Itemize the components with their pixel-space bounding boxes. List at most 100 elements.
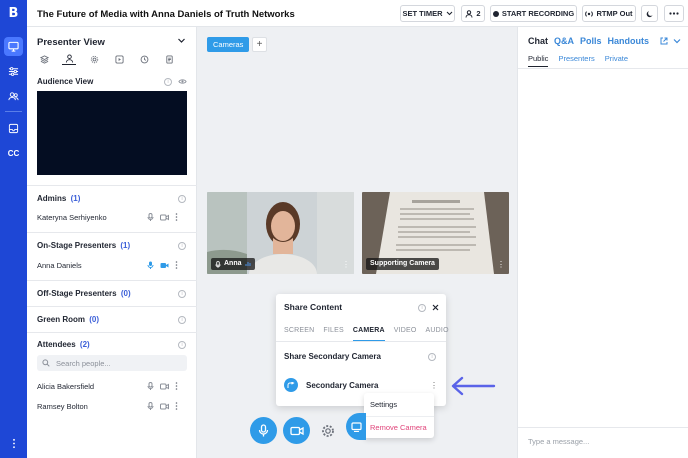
chevron-down-icon[interactable] <box>177 36 186 45</box>
chat-input-divider <box>518 427 688 428</box>
presenter-panel: Presenter View Audience View i Admins (1… <box>27 27 197 458</box>
add-tab-button[interactable]: + <box>252 37 267 52</box>
mic-active-icon[interactable] <box>147 261 154 269</box>
tab-cameras[interactable]: Cameras <box>207 37 250 52</box>
tab-audio[interactable]: AUDIO <box>426 327 449 341</box>
tile-label: Anna <box>211 258 255 270</box>
mic-icon[interactable] <box>147 402 154 410</box>
share-secondary-camera-heading: Share Secondary Camera <box>284 352 381 361</box>
start-recording-button[interactable]: START RECORDING <box>490 5 577 22</box>
chevron-down-icon[interactable] <box>673 38 681 44</box>
rtmp-out-button[interactable]: RTMP Out <box>582 5 636 22</box>
kebab-icon[interactable] <box>175 213 178 221</box>
set-timer-button[interactable]: SET TIMER <box>400 5 455 22</box>
tab-video[interactable]: VIDEO <box>394 327 417 341</box>
camera-icon[interactable] <box>160 214 169 221</box>
kebab-icon[interactable] <box>175 261 178 269</box>
video-tile-supporting-camera[interactable]: Supporting Camera ⋮ <box>362 192 509 274</box>
admins-heading: Admins (1) <box>37 194 80 203</box>
history-icon[interactable] <box>137 53 151 65</box>
more-icon[interactable] <box>4 434 23 453</box>
app-logo: B <box>8 6 19 21</box>
info-icon[interactable]: i <box>428 353 436 361</box>
info-icon[interactable]: i <box>178 341 186 349</box>
presenter-view-icon[interactable] <box>4 37 23 56</box>
person-icon <box>465 9 473 18</box>
tab-screen[interactable]: SCREEN <box>284 327 314 341</box>
tile-menu-icon[interactable]: ⋮ <box>497 261 505 269</box>
on-stage-label: On-Stage Presenters <box>37 241 117 250</box>
tab-camera[interactable]: CAMERA <box>352 327 385 341</box>
document-icon[interactable] <box>162 53 176 65</box>
rtmp-out-label: RTMP Out <box>596 9 633 18</box>
tab-presenters[interactable]: Presenters <box>558 54 594 67</box>
chevron-down-icon <box>446 11 452 16</box>
captions-icon[interactable]: CC <box>4 144 23 163</box>
menu-item-settings[interactable]: Settings <box>370 400 397 409</box>
kebab-icon[interactable] <box>175 402 178 410</box>
camera-button[interactable] <box>283 417 310 444</box>
share-content-tabs: SCREEN FILES CAMERA VIDEO AUDIO <box>284 327 449 341</box>
people-icon[interactable] <box>4 87 23 106</box>
chat-sub-tabs: Public Presenters Private <box>528 54 628 67</box>
tab-private[interactable]: Private <box>605 54 628 67</box>
dark-mode-toggle[interactable] <box>641 5 658 22</box>
inbox-icon[interactable] <box>4 119 23 138</box>
tab-files[interactable]: FILES <box>323 327 343 341</box>
settings-button[interactable] <box>314 417 341 444</box>
section-divider <box>27 185 197 186</box>
menu-item-remove-camera[interactable]: Remove Camera <box>370 423 427 432</box>
tab-public[interactable]: Public <box>528 54 549 67</box>
tab-polls[interactable]: Polls <box>580 36 602 46</box>
secondary-camera-item[interactable]: Secondary Camera <box>284 378 378 392</box>
camera-icon[interactable] <box>160 403 169 410</box>
info-icon[interactable]: i <box>178 195 186 203</box>
mic-icon[interactable] <box>147 382 154 390</box>
share-content-button[interactable] <box>346 413 366 440</box>
person-tab-icon[interactable] <box>62 53 76 65</box>
tile-menu-icon[interactable]: ⋮ <box>342 261 350 269</box>
microphone-button[interactable] <box>250 417 277 444</box>
chat-message-input[interactable]: Type a message... <box>528 437 589 446</box>
search-people-input[interactable]: Search people... <box>37 355 187 371</box>
external-link-icon[interactable] <box>660 37 668 45</box>
tab-handouts[interactable]: Handouts <box>608 36 650 46</box>
tab-qa[interactable]: Q&A <box>554 36 574 46</box>
attendee-count-button[interactable]: 2 <box>461 5 485 22</box>
share-screen-icon <box>350 421 362 432</box>
attendees-count: (2) <box>79 340 90 349</box>
attendee-controls <box>147 402 178 410</box>
camera-options-icon[interactable]: ⋮ <box>430 381 438 390</box>
settings-gear-icon[interactable] <box>87 53 101 65</box>
play-box-icon[interactable] <box>112 53 126 65</box>
info-icon[interactable]: i <box>178 290 186 298</box>
sliders-icon[interactable] <box>4 62 23 81</box>
mic-icon[interactable] <box>147 213 154 221</box>
chat-panel: Chat Q&A Polls Handouts Public Presenter… <box>517 27 688 458</box>
admins-count: (1) <box>70 194 81 203</box>
info-icon[interactable]: i <box>418 304 426 312</box>
eye-icon[interactable] <box>178 78 187 85</box>
attendees-heading: Attendees (2) <box>37 340 90 349</box>
moon-icon <box>646 10 652 17</box>
info-icon[interactable]: i <box>178 242 186 250</box>
attendee-count: 2 <box>476 9 481 18</box>
info-icon[interactable]: i <box>178 316 186 324</box>
layers-icon[interactable] <box>37 53 51 65</box>
set-timer-label: SET TIMER <box>402 9 443 18</box>
rail-divider <box>5 111 22 112</box>
tab-chat[interactable]: Chat <box>528 36 548 46</box>
green-room-label: Green Room <box>37 315 86 324</box>
camera-icon[interactable] <box>160 383 169 390</box>
close-icon[interactable] <box>432 304 439 311</box>
camera-share-icon <box>284 378 298 392</box>
tile-name: Anna <box>224 260 242 267</box>
attendee-controls <box>147 382 178 390</box>
kebab-icon[interactable] <box>175 382 178 390</box>
more-options-button[interactable] <box>664 5 684 22</box>
info-icon[interactable]: i <box>164 78 172 86</box>
on-stage-person-controls <box>147 261 178 269</box>
video-tile-anna[interactable]: Anna ⋮ <box>207 192 354 274</box>
camera-active-icon[interactable] <box>160 262 169 269</box>
off-stage-label: Off-Stage Presenters <box>37 289 117 298</box>
